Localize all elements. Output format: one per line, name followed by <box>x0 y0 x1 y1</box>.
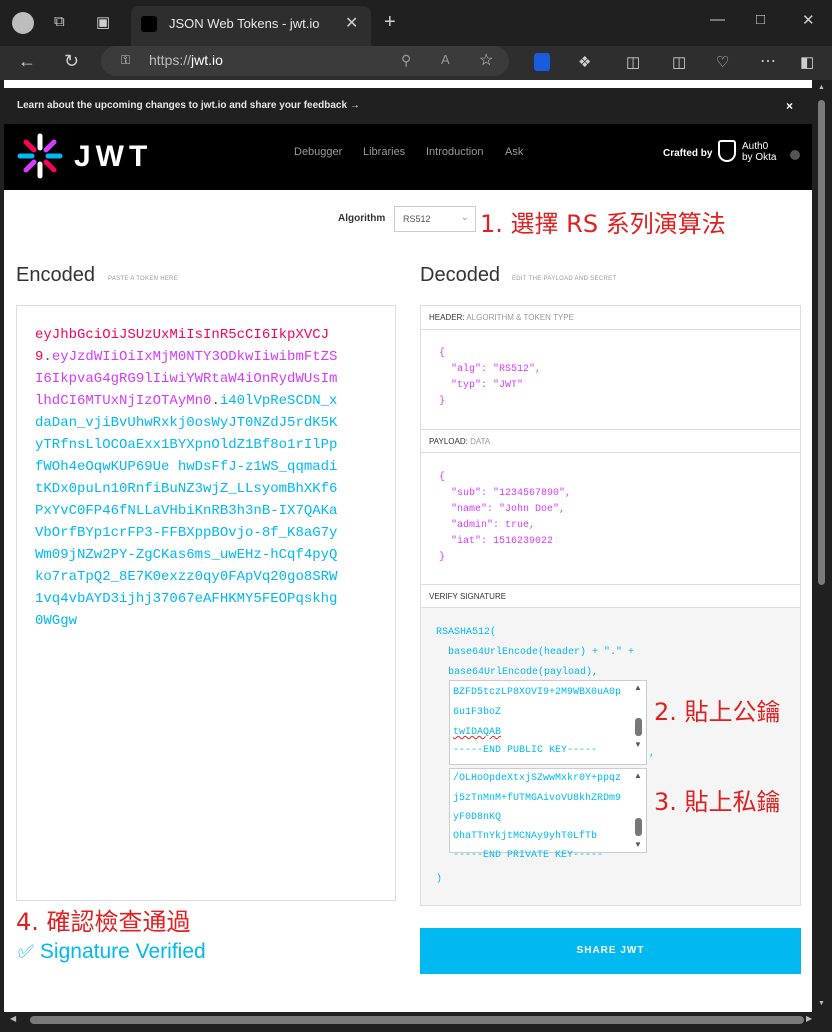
site-header: JWT Debugger Libraries Introduction Ask … <box>4 124 812 190</box>
encoded-token-input[interactable]: eyJhbGciOiJSUzUxMiIsInR5cCI6IkpXVCJ9.eyJ… <box>16 305 396 901</box>
split-screen-icon[interactable]: ◫ <box>626 53 640 71</box>
browser-tab-bar: ⧉ ▣ JSON Web Tokens - jwt.io ✕ + — □ ✕ <box>0 0 832 46</box>
auth0-shield-icon[interactable] <box>718 140 736 162</box>
horizontal-scroll-thumb[interactable] <box>30 1016 804 1024</box>
more-icon[interactable]: ⋯ <box>760 51 776 71</box>
encoded-token[interactable]: eyJhbGciOiJSUzUxMiIsInR5cCI6IkpXVCJ9.eyJ… <box>35 324 339 632</box>
payload-section-title: PAYLOAD: DATA <box>421 429 800 453</box>
maximize-icon[interactable]: □ <box>756 11 765 28</box>
tab-actions-icon[interactable]: ▣ <box>96 13 110 31</box>
jwt-favicon <box>141 16 157 32</box>
status-dot <box>790 150 800 160</box>
lock-icon: ⚿ <box>121 53 131 67</box>
jwt-wordmark[interactable]: JWT <box>74 140 152 174</box>
chevron-down-icon: ⌄ <box>460 212 469 223</box>
sidebar-icon[interactable]: ◧ <box>800 53 814 71</box>
banner-link[interactable]: Learn about the upcoming changes to jwt.… <box>17 100 360 111</box>
banner-close-icon[interactable]: × <box>786 99 793 113</box>
back-icon[interactable]: ← <box>18 51 36 72</box>
verify-code: RSASHA512( base64UrlEncode(header) + "."… <box>436 627 635 678</box>
favorite-icon[interactable]: ☆ <box>479 50 493 70</box>
workspaces-icon[interactable]: ⧉ <box>54 13 65 30</box>
health-icon[interactable]: ♡ <box>716 53 729 71</box>
tab-title: JSON Web Tokens - jwt.io <box>169 16 320 31</box>
zoom-icon[interactable]: ⚲ <box>401 52 411 69</box>
nav-introduction[interactable]: Introduction <box>426 146 483 158</box>
collections-icon[interactable]: ◫ <box>672 53 686 71</box>
annotation-step-3: 3. 貼上私鑰 <box>654 788 781 816</box>
minimize-icon[interactable]: — <box>710 11 725 28</box>
scroll-up-icon[interactable]: ▲ <box>818 84 825 91</box>
share-jwt-button[interactable]: SHARE JWT <box>420 928 801 974</box>
decoded-subtitle: EDIT THE PAYLOAD AND SECRET <box>512 276 617 282</box>
address-bar[interactable]: ⚿ https://jwt.io ⚲ A ☆ <box>101 46 509 76</box>
page: Learn about the upcoming changes to jwt.… <box>4 80 812 1012</box>
url-text: https://jwt.io <box>149 52 223 68</box>
profile-avatar[interactable] <box>12 12 34 34</box>
nav-libraries[interactable]: Libraries <box>363 146 405 158</box>
extensions-icon[interactable]: ❖ <box>578 53 591 71</box>
annotation-step-4: 4. 確認檢查通過 <box>16 908 191 936</box>
close-window-icon[interactable]: ✕ <box>802 11 815 29</box>
payload-json-editor[interactable]: { "sub": "1234567890", "name": "John Doe… <box>439 470 571 566</box>
crafted-by-label: Crafted by <box>663 148 713 159</box>
header-json-editor[interactable]: { "alg": "RS512", "typ": "JWT" } <box>439 346 541 410</box>
scroll-down-icon[interactable]: ▼ <box>818 1000 825 1007</box>
annotation-step-1: 1. 選擇 RS 系列演算法 <box>480 210 726 238</box>
feedback-banner: Learn about the upcoming changes to jwt.… <box>4 88 812 124</box>
verify-close-paren: ) <box>436 874 443 885</box>
check-circle-icon: ✅︎ <box>18 942 35 963</box>
verify-signature-area: RSASHA512( base64UrlEncode(header) + "."… <box>421 608 800 905</box>
vertical-scroll-thumb[interactable] <box>818 100 825 585</box>
scroll-left-icon[interactable]: ◀ <box>10 1014 16 1023</box>
read-aloud-icon[interactable]: A <box>441 52 450 67</box>
auth0-logo[interactable]: Auth0 by Okta <box>742 141 776 163</box>
nav-debugger[interactable]: Debugger <box>294 146 342 158</box>
scroll-right-icon[interactable]: ▶ <box>806 1014 812 1023</box>
signature-verified-status: ✅︎ Signature Verified <box>18 940 206 963</box>
address-toolbar: ← ↻ ⚿ https://jwt.io ⚲ A ☆ ❖ ◫ ◫ ♡ ⋯ ◧ <box>0 46 832 80</box>
annotation-step-2: 2. 貼上公鑰 <box>654 698 781 726</box>
encoded-subtitle: PASTE A TOKEN HERE <box>108 276 179 282</box>
public-key-input[interactable]: BZFD5tczLP8XOVI9+2M9WBX0uA0p 6u1F3boZ tw… <box>449 680 647 765</box>
algorithm-select[interactable]: RS512 ⌄ <box>394 206 476 232</box>
encoded-title: Encoded <box>16 264 95 286</box>
new-tab-icon[interactable]: + <box>384 11 396 34</box>
decoded-title: Decoded <box>420 264 501 286</box>
private-key-scrollbar[interactable]: ▲ ▼ <box>632 771 644 850</box>
token-signature-part: i40lVpReSCDN_xdaDan_vjiBvUhwRxkj0osWyJT0… <box>35 393 338 629</box>
refresh-icon[interactable]: ↻ <box>64 51 79 72</box>
close-tab-icon[interactable]: ✕ <box>345 13 358 33</box>
private-key-input[interactable]: /OLHoOpdeXtxjSZwwMxkr0Y+ppqz j5zTnMnM+fU… <box>449 768 647 861</box>
verify-section-title: VERIFY SIGNATURE <box>421 584 800 608</box>
nav-ask[interactable]: Ask <box>505 146 523 158</box>
public-key-scrollbar[interactable]: ▲ ▼ <box>632 683 644 762</box>
key-comma: , <box>649 748 656 759</box>
active-tab[interactable]: JSON Web Tokens - jwt.io ✕ <box>131 6 371 46</box>
jwt-logo-icon[interactable] <box>16 132 64 180</box>
header-section-title: HEADER: ALGORITHM & TOKEN TYPE <box>421 306 800 330</box>
bitwarden-icon[interactable] <box>534 53 550 71</box>
algorithm-label: Algorithm <box>338 213 386 224</box>
